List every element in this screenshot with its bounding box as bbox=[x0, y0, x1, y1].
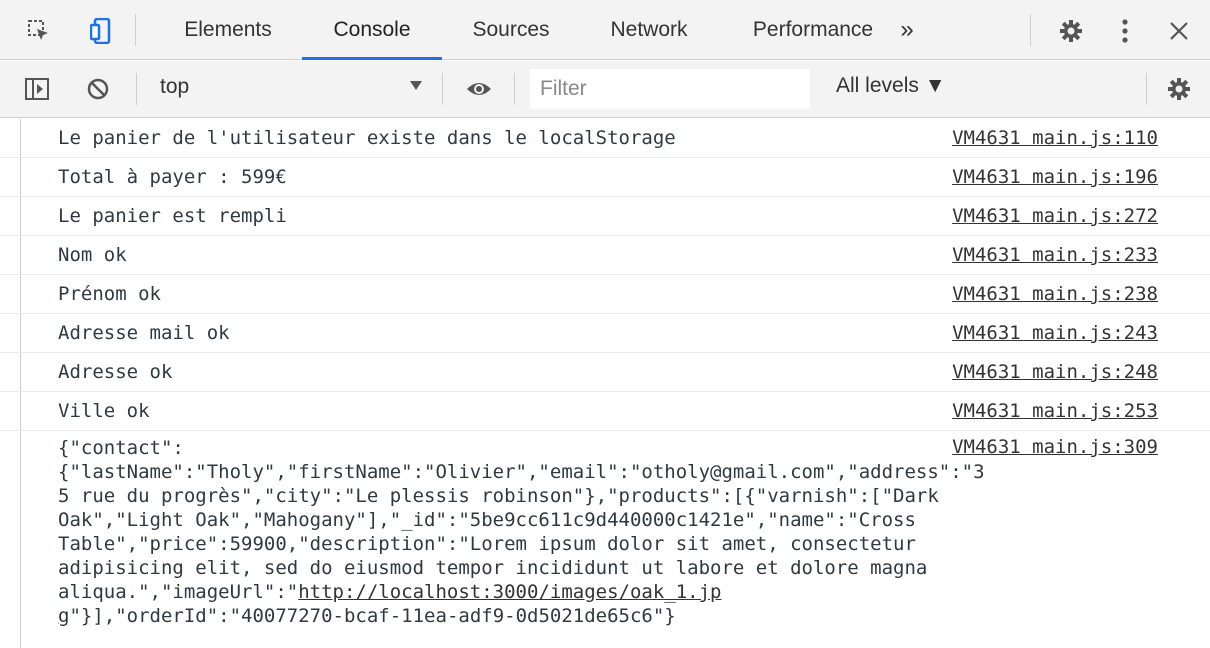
console-message: Nom ok VM4631 main.js:233 bbox=[0, 236, 1210, 275]
json-message-text: {"contact": {"lastName":"Tholy","firstNa… bbox=[58, 436, 985, 628]
toolbar-divider bbox=[514, 73, 515, 105]
source-link[interactable]: VM4631 main.js:110 bbox=[952, 127, 1158, 149]
json-line: adipisicing elit, sed do eiusmod tempor … bbox=[58, 557, 928, 579]
image-url-link[interactable]: http://localhost:3000/images/oak_1.jp bbox=[298, 581, 721, 603]
console-json-message: VM4631 main.js:309 {"contact": {"lastNam… bbox=[0, 431, 1210, 646]
console-toolbar: top All levels ▼ bbox=[0, 61, 1210, 118]
message-text: Adresse ok bbox=[58, 361, 173, 383]
source-link[interactable]: VM4631 main.js:233 bbox=[952, 244, 1158, 266]
message-text: Prénom ok bbox=[58, 283, 161, 305]
tab-elements[interactable]: Elements bbox=[164, 0, 292, 60]
console-message: Total à payer : 599€ VM4631 main.js:196 bbox=[0, 158, 1210, 197]
toolbar-divider bbox=[136, 73, 137, 105]
source-link[interactable]: VM4631 main.js:238 bbox=[952, 283, 1158, 305]
source-link[interactable]: VM4631 main.js:196 bbox=[952, 166, 1158, 188]
toolbar-divider bbox=[1146, 73, 1147, 105]
console-message: Prénom ok VM4631 main.js:238 bbox=[0, 275, 1210, 314]
tabbar-divider bbox=[135, 14, 136, 46]
message-text: Nom ok bbox=[58, 244, 127, 266]
more-tabs-button[interactable]: » bbox=[882, 0, 932, 60]
console-message: Adresse ok VM4631 main.js:248 bbox=[0, 353, 1210, 392]
toolbar-divider bbox=[442, 73, 443, 105]
console-message: Ville ok VM4631 main.js:253 bbox=[0, 392, 1210, 431]
console-settings-gear-icon[interactable] bbox=[1162, 72, 1196, 106]
tabbar-divider bbox=[1030, 14, 1031, 46]
source-link[interactable]: VM4631 main.js:272 bbox=[952, 205, 1158, 227]
show-sidebar-icon[interactable] bbox=[20, 72, 54, 106]
json-line: Oak","Light Oak","Mahogany"],"_id":"5be9… bbox=[58, 509, 916, 531]
message-text: Adresse mail ok bbox=[58, 322, 230, 344]
live-expression-eye-icon[interactable] bbox=[462, 72, 496, 106]
json-line: {"contact": bbox=[58, 437, 184, 459]
close-icon[interactable] bbox=[1162, 14, 1196, 48]
message-text: Le panier est rempli bbox=[58, 205, 287, 227]
tab-sources[interactable]: Sources bbox=[450, 0, 572, 60]
log-levels-dropdown[interactable]: All levels ▼ bbox=[836, 74, 945, 98]
tab-performance[interactable]: Performance bbox=[733, 0, 893, 60]
message-text: Le panier de l'utilisateur existe dans l… bbox=[58, 127, 676, 149]
json-line: 5 rue du progrès","city":"Le plessis rob… bbox=[58, 485, 939, 507]
more-options-icon[interactable] bbox=[1108, 14, 1142, 48]
json-line: {"lastName":"Tholy","firstName":"Olivier… bbox=[58, 461, 985, 483]
message-text: Ville ok bbox=[58, 400, 150, 422]
filter-input[interactable] bbox=[530, 69, 810, 109]
source-link[interactable]: VM4631 main.js:253 bbox=[952, 400, 1158, 422]
source-link[interactable]: VM4631 main.js:248 bbox=[952, 361, 1158, 383]
devtools-tabbar: Elements Console Sources Network Perform… bbox=[0, 0, 1210, 60]
clear-console-icon[interactable] bbox=[81, 72, 115, 106]
json-line: "}],"orderId":"40077270-bcaf-11ea-adf9-0… bbox=[69, 605, 676, 627]
device-toolbar-icon[interactable] bbox=[84, 14, 118, 48]
console-message: Le panier est rempli VM4631 main.js:272 bbox=[0, 197, 1210, 236]
execution-context-select[interactable]: top bbox=[160, 75, 189, 99]
json-line: Table","price":59900,"description":"Lore… bbox=[58, 533, 916, 555]
tab-console[interactable]: Console bbox=[302, 0, 442, 60]
chevron-down-icon[interactable] bbox=[410, 81, 422, 90]
console-message: Adresse mail ok VM4631 main.js:243 bbox=[0, 314, 1210, 353]
message-text: Total à payer : 599€ bbox=[58, 166, 287, 188]
tab-network[interactable]: Network bbox=[590, 0, 708, 60]
settings-gear-icon[interactable] bbox=[1054, 14, 1088, 48]
console-message: Le panier de l'utilisateur existe dans l… bbox=[0, 119, 1210, 158]
json-line: aliqua.","imageUrl":" bbox=[58, 581, 299, 603]
inspect-element-icon[interactable] bbox=[22, 14, 56, 48]
source-link[interactable]: VM4631 main.js:243 bbox=[952, 322, 1158, 344]
image-url-link-continued[interactable]: g bbox=[58, 605, 69, 627]
console-output: Le panier de l'utilisateur existe dans l… bbox=[0, 119, 1210, 648]
